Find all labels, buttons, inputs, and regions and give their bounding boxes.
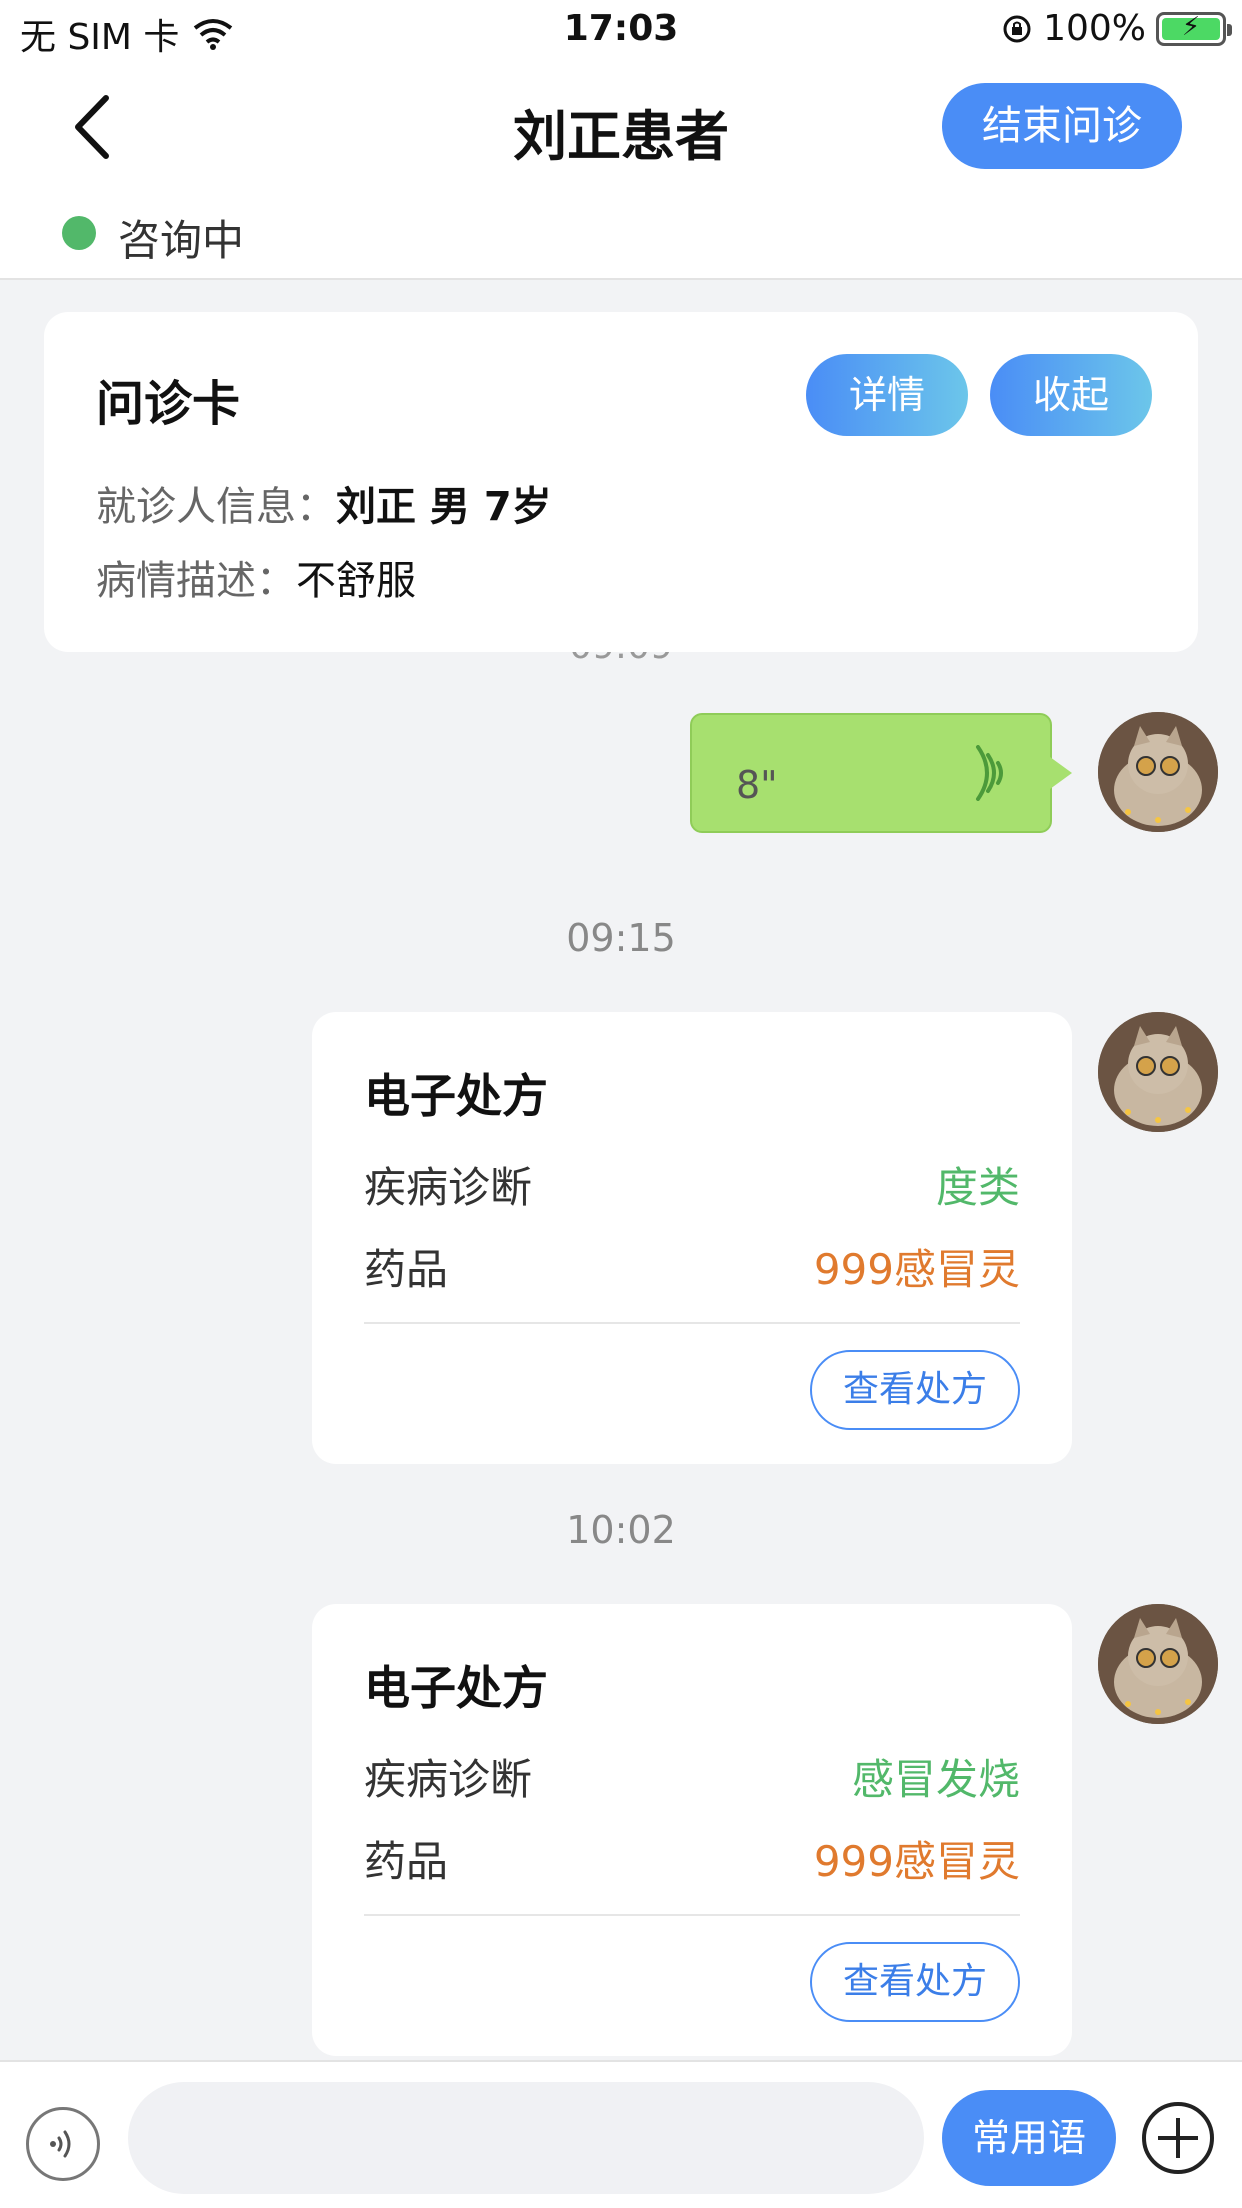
online-status-dot [62,216,96,250]
voice-toggle-icon[interactable] [26,2107,100,2181]
prescription-title: 电子处方 [364,1069,548,1123]
drug-label: 药品 [364,1245,449,1294]
cat-avatar-image [1098,1012,1218,1132]
voice-message-bubble[interactable]: 8" [690,713,1072,833]
prescription-title: 电子处方 [364,1661,548,1715]
status-bar-right: 100% ⚡ [1001,8,1232,49]
rotation-lock-icon [1003,15,1031,42]
voice-duration: 8" [736,763,778,807]
battery-charging-icon: ⚡ [1156,11,1232,46]
end-consultation-button[interactable]: 结束问诊 [942,83,1182,169]
diagnosis-label: 疾病诊断 [364,1755,533,1804]
divider [364,1914,1020,1916]
patient-info-value: 刘正 男 7岁 [336,484,552,530]
divider [364,1322,1020,1324]
prescription-card: 电子处方 疾病诊断 度类 药品 999感冒灵 查看处方 [312,1012,1072,1464]
voice-wave-icon [976,745,1003,801]
chat-input-bar: 常用语 [0,2060,1242,2208]
diagnosis-label: 疾病诊断 [364,1163,533,1212]
message-timestamp: 10:02 [566,1508,676,1552]
drug-value: 999感冒灵 [813,1837,1020,1886]
consult-status-label: 咨询中 [118,216,245,265]
message-timestamp: 09:15 [566,916,676,960]
patient-info-row: 就诊人信息：刘正 男 7岁 [96,474,552,532]
collapse-button[interactable]: 收起 [990,354,1152,436]
avatar[interactable] [1098,712,1218,832]
condition-label: 病情描述： [96,558,296,604]
cat-avatar-image [1098,712,1218,832]
condition-row: 病情描述：不舒服 [96,548,416,606]
consultation-card: 问诊卡 详情 收起 就诊人信息：刘正 男 7岁 病情描述：不舒服 [44,312,1198,652]
common-phrases-button[interactable]: 常用语 [942,2090,1116,2186]
view-prescription-button[interactable]: 查看处方 [810,1350,1020,1430]
prescription-card: 电子处方 疾病诊断 感冒发烧 药品 999感冒灵 查看处方 [312,1604,1072,2056]
consultation-card-title: 问诊卡 [96,376,241,432]
view-prescription-button[interactable]: 查看处方 [810,1942,1020,2022]
patient-info-label: 就诊人信息： [96,484,336,530]
plus-circle-icon[interactable] [1140,2100,1216,2176]
drug-value: 999感冒灵 [813,1245,1020,1294]
condition-value: 不舒服 [296,558,416,604]
battery-percent: 100% [1043,8,1146,49]
nav-bar: 刘正患者 结束问诊 咨询中 [0,62,1242,280]
cat-avatar-image [1098,1604,1218,1724]
diagnosis-value: 感冒发烧 [851,1755,1020,1804]
detail-button[interactable]: 详情 [806,354,968,436]
drug-label: 药品 [364,1837,449,1886]
message-input[interactable] [128,2082,924,2194]
avatar[interactable] [1098,1604,1218,1724]
status-bar: 无 SIM 卡 17:03 100% ⚡ [0,0,1242,62]
avatar[interactable] [1098,1012,1218,1132]
diagnosis-value: 度类 [935,1163,1020,1212]
